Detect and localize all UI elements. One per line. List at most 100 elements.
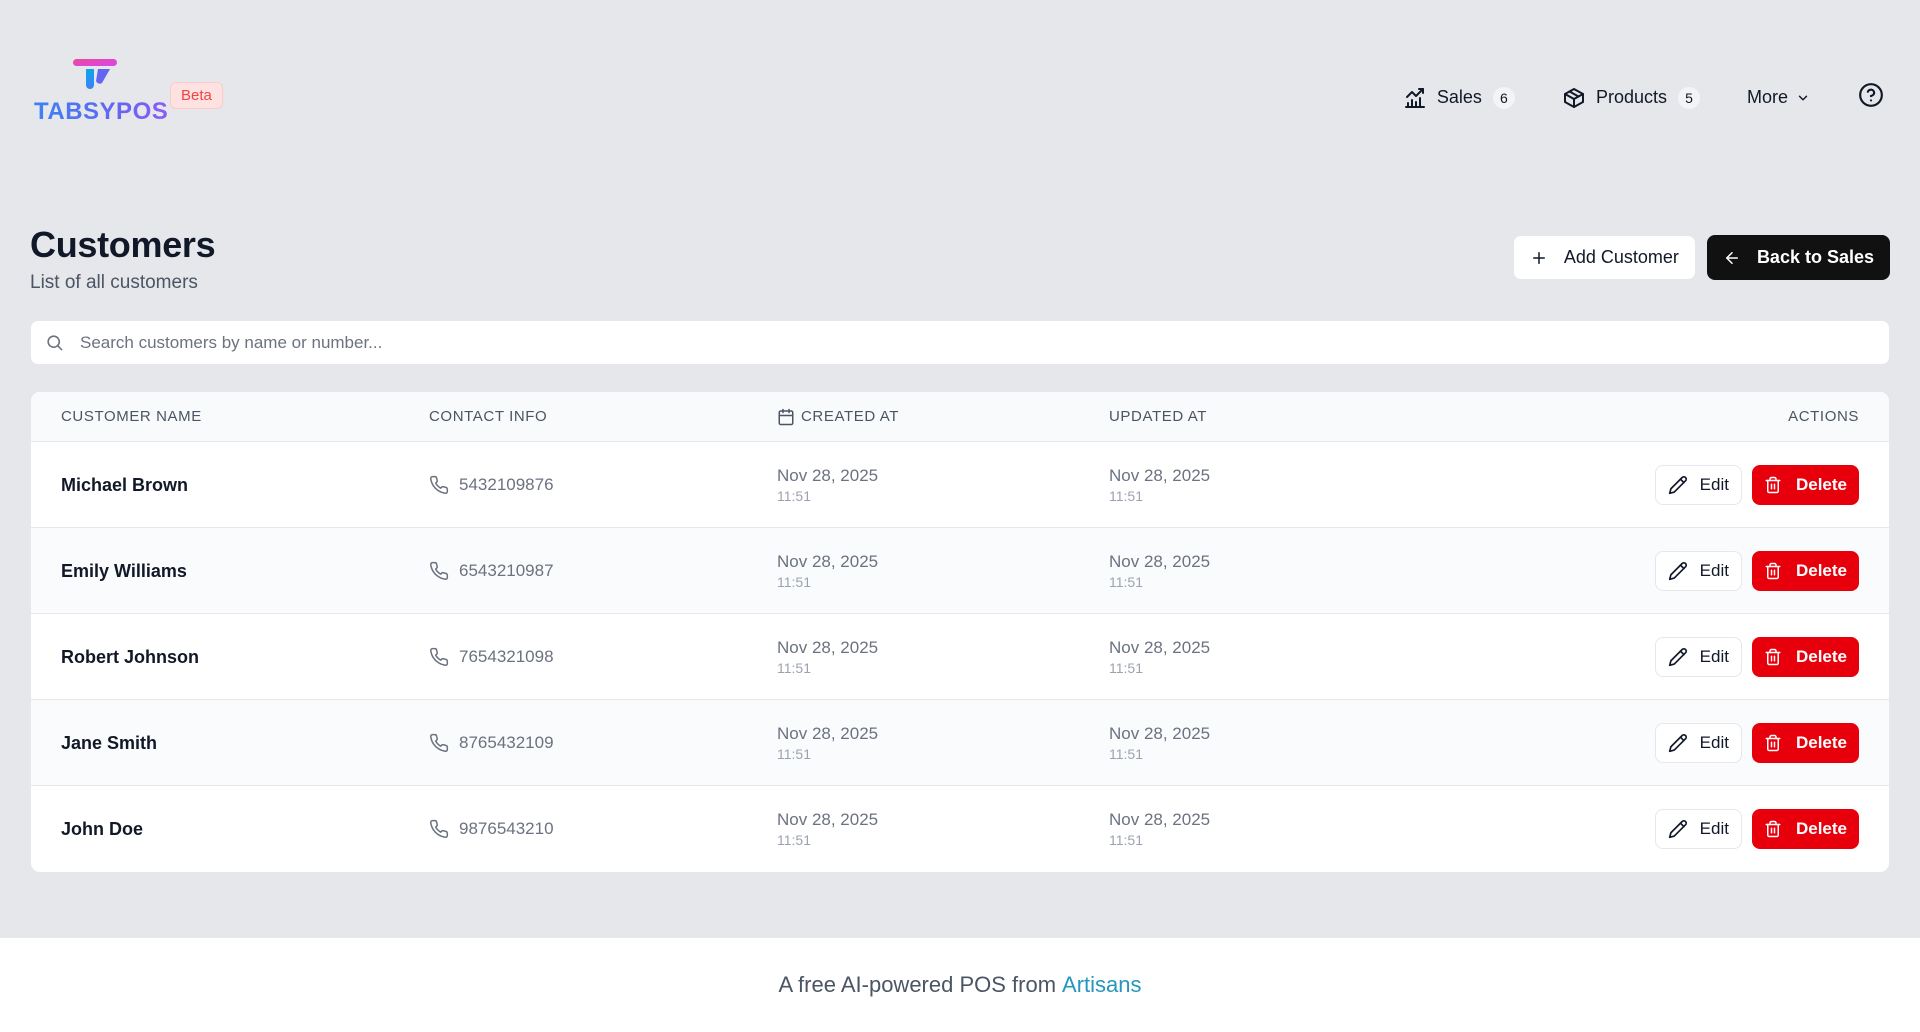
help-circle-icon <box>1858 82 1884 113</box>
pencil-icon <box>1668 647 1688 667</box>
created-time: 11:51 <box>777 660 811 676</box>
page-header: Customers List of all customers <box>30 224 216 294</box>
edit-button[interactable]: Edit <box>1654 551 1742 591</box>
delete-label: Delete <box>1795 475 1847 494</box>
search-bar <box>30 320 1890 365</box>
edit-button[interactable]: Edit <box>1654 809 1742 849</box>
logo[interactable]: TABSYPOS <box>34 52 168 125</box>
edit-label: Edit <box>1699 561 1729 580</box>
edit-button[interactable]: Edit <box>1654 465 1742 505</box>
created-at: Nov 28, 2025 11:51 <box>777 700 878 786</box>
row-actions: Edit Delete <box>1654 442 1859 528</box>
pencil-icon <box>1668 819 1688 839</box>
chart-icon <box>1403 86 1427 110</box>
footer-artisans-link[interactable]: Artisans <box>1062 972 1141 998</box>
sales-count-badge: 6 <box>1491 85 1516 110</box>
created-date: Nov 28, 2025 <box>777 638 879 657</box>
delete-label: Delete <box>1795 733 1847 752</box>
created-at: Nov 28, 2025 11:51 <box>777 614 878 700</box>
trash-icon <box>1764 820 1782 838</box>
row-actions: Edit Delete <box>1654 614 1859 700</box>
back-to-sales-label: Back to Sales <box>1756 247 1874 267</box>
created-at: Nov 28, 2025 11:51 <box>777 442 878 528</box>
delete-label: Delete <box>1795 647 1847 666</box>
edit-button[interactable]: Edit <box>1654 723 1742 763</box>
page: TABSYPOS Beta Sales 6 Products 5 More Cu… <box>0 0 1920 1032</box>
back-to-sales-button[interactable]: Back to Sales <box>1706 235 1890 280</box>
pencil-icon <box>1668 475 1688 495</box>
nav-sales-label: Sales <box>1436 87 1482 107</box>
contact-info: 7654321098 <box>429 614 554 700</box>
table-header: CUSTOMER NAME CONTACT INFO CREATED AT UP… <box>31 392 1889 442</box>
edit-label: Edit <box>1699 819 1729 838</box>
page-actions: Add Customer Back to Sales <box>1512 235 1890 280</box>
phone-number: 9876543210 <box>459 819 554 838</box>
updated-time: 11:51 <box>1109 574 1143 590</box>
contact-info: 6543210987 <box>429 528 554 614</box>
phone-icon <box>429 561 449 581</box>
add-customer-button[interactable]: Add Customer <box>1512 235 1696 280</box>
phone-number: 7654321098 <box>459 647 554 666</box>
delete-button[interactable]: Delete <box>1751 637 1859 677</box>
phone-icon <box>429 647 449 667</box>
edit-button[interactable]: Edit <box>1654 637 1742 677</box>
nav-more-dropdown[interactable]: More <box>1747 87 1810 108</box>
page-subtitle: List of all customers <box>30 272 198 293</box>
table-row: Robert Johnson 7654321098 Nov 28, 2025 1… <box>31 614 1889 700</box>
delete-button[interactable]: Delete <box>1751 551 1859 591</box>
phone-number: 6543210987 <box>459 561 554 580</box>
delete-label: Delete <box>1795 819 1847 838</box>
pencil-icon <box>1668 561 1688 581</box>
updated-time: 11:51 <box>1109 660 1143 676</box>
package-icon <box>1562 86 1586 110</box>
footer: A free AI-powered POS from Artisans <box>0 937 1920 1032</box>
customer-name: Michael Brown <box>61 474 189 495</box>
created-time: 11:51 <box>777 488 811 504</box>
header-actions: ACTIONS <box>1788 408 1859 425</box>
help-button[interactable] <box>1858 82 1884 113</box>
edit-label: Edit <box>1699 733 1729 752</box>
updated-at: Nov 28, 2025 11:51 <box>1109 442 1210 528</box>
customer-name: Robert Johnson <box>61 646 199 667</box>
phone-number: 5432109876 <box>459 475 554 494</box>
nav-products[interactable]: Products 5 <box>1562 85 1701 110</box>
row-actions: Edit Delete <box>1654 700 1859 786</box>
created-time: 11:51 <box>777 746 811 762</box>
add-customer-label: Add Customer <box>1563 247 1679 267</box>
updated-at: Nov 28, 2025 11:51 <box>1109 528 1210 614</box>
customer-name: Jane Smith <box>61 732 158 753</box>
updated-date: Nov 28, 2025 <box>1109 552 1211 571</box>
trash-icon <box>1764 734 1782 752</box>
brand[interactable]: TABSYPOS <box>34 52 168 125</box>
beta-badge: Beta <box>170 82 223 109</box>
header-created-at: CREATED AT <box>777 408 899 426</box>
table-body: Michael Brown 5432109876 Nov 28, 2025 11… <box>31 442 1889 872</box>
trash-icon <box>1764 476 1782 494</box>
trash-icon <box>1764 648 1782 666</box>
arrow-left-icon <box>1723 249 1741 267</box>
phone-icon <box>429 819 449 839</box>
nav-more-label: More <box>1746 87 1788 107</box>
contact-info: 5432109876 <box>429 442 554 528</box>
created-date: Nov 28, 2025 <box>777 466 879 485</box>
header-contact-info: CONTACT INFO <box>429 408 548 425</box>
header-updated-at: UPDATED AT <box>1109 408 1207 425</box>
created-date: Nov 28, 2025 <box>777 724 879 743</box>
contact-info: 9876543210 <box>429 786 554 872</box>
updated-time: 11:51 <box>1109 746 1143 762</box>
contact-info: 8765432109 <box>429 700 554 786</box>
customer-name: John Doe <box>61 818 144 839</box>
delete-button[interactable]: Delete <box>1751 809 1859 849</box>
delete-button[interactable]: Delete <box>1751 465 1859 505</box>
footer-text: A free AI-powered POS from <box>778 972 1057 997</box>
nav-products-label: Products <box>1595 87 1667 107</box>
delete-button[interactable]: Delete <box>1751 723 1859 763</box>
table-row: Michael Brown 5432109876 Nov 28, 2025 11… <box>31 442 1889 528</box>
customers-table: CUSTOMER NAME CONTACT INFO CREATED AT UP… <box>30 391 1890 873</box>
search-input[interactable] <box>80 332 1889 353</box>
updated-at: Nov 28, 2025 11:51 <box>1109 786 1210 872</box>
edit-label: Edit <box>1699 647 1729 666</box>
nav-sales[interactable]: Sales 6 <box>1403 85 1516 110</box>
updated-time: 11:51 <box>1109 832 1143 848</box>
updated-date: Nov 28, 2025 <box>1109 810 1211 829</box>
